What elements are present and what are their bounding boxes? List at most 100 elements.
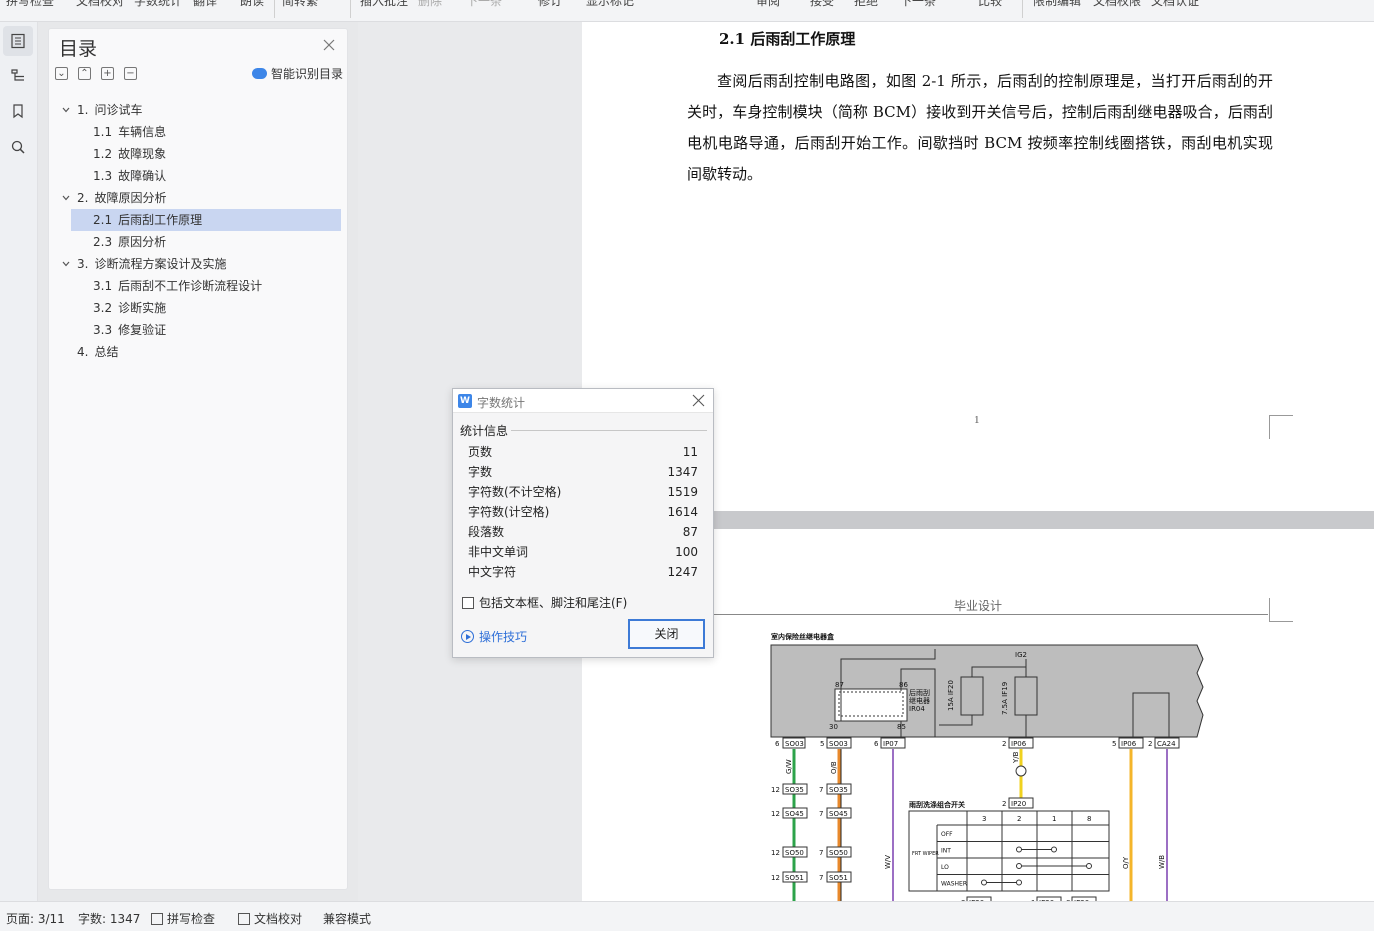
conn-pin: 12 (771, 874, 780, 882)
dialog-titlebar[interactable]: W 字数统计 (453, 389, 713, 413)
switch-contact (1051, 846, 1057, 853)
toolbar-accept[interactable]: 接受 (810, 0, 834, 9)
conn-name: IP06 (1121, 740, 1137, 748)
toolbar-word-count[interactable]: 字数统计 (134, 0, 182, 9)
stat-row: 字符数(计空格) 1614 (468, 502, 698, 522)
collapse-all-icon[interactable]: ⌃ (78, 67, 91, 80)
stat-label: 页数 (468, 445, 493, 459)
conn-name: SO50 (785, 849, 804, 857)
stat-row: 中文字符 1247 (468, 562, 698, 582)
stat-row: 页数 11 (468, 442, 698, 462)
add-heading-icon[interactable]: + (101, 67, 114, 80)
status-page[interactable]: 页面: 3/11 (6, 910, 65, 927)
conn-name: SO51 (829, 874, 848, 882)
toc-item[interactable]: 3.3 修复验证 (49, 319, 349, 341)
toc-item[interactable]: 1.2 故障现象 (49, 143, 349, 165)
toc-item-number: 1.3 (93, 169, 113, 183)
navigation-rail (0, 22, 38, 901)
conn-pin: 6 (775, 740, 780, 748)
stat-row: 字数 1347 (468, 462, 698, 482)
fuse-15a-label: 15A IF20 (947, 680, 955, 711)
stat-label: 段落数 (468, 525, 505, 539)
close-button[interactable]: 关闭 (628, 619, 705, 649)
conn-pin: 7 (819, 874, 823, 882)
word-count-dialog: W 字数统计 统计信息 页数 11 字数 1347 字符数(不计空格) 1519 字符数(计… (452, 388, 714, 658)
toolbar-track-changes[interactable]: 修订 (538, 0, 562, 9)
stat-label: 中文字符 (468, 565, 517, 579)
close-icon[interactable] (321, 37, 337, 53)
toc-item[interactable]: 3. 诊断流程方案设计及实施 (49, 253, 349, 275)
chevron-down-icon[interactable] (62, 195, 70, 201)
relay-pin-30: 30 (829, 723, 838, 731)
remove-heading-icon[interactable]: − (124, 67, 137, 80)
toolbar-reject[interactable]: 拒绝 (854, 0, 878, 9)
toc-item-label: 总结 (94, 345, 119, 359)
expand-all-icon[interactable]: ⌄ (55, 67, 68, 80)
chapter-nav-button[interactable] (3, 60, 33, 90)
toolbar-insert-comment[interactable]: 插入批注 (360, 0, 408, 9)
status-compat-mode: 兼容模式 (323, 912, 372, 926)
stat-row: 字符数(不计空格) 1519 (468, 482, 698, 502)
toc-item-label: 后雨刮不工作诊断流程设计 (118, 279, 263, 293)
toc-item-label: 故障原因分析 (94, 191, 167, 205)
toc-item-label: 诊断实施 (118, 301, 167, 315)
include-footnotes-checkbox[interactable]: 包括文本框、脚注和尾注(F) (462, 594, 627, 611)
status-spell-check[interactable]: 拼写检查 (151, 910, 215, 927)
switch-col-label: 8 (1087, 815, 1091, 823)
toolbar-read-aloud[interactable]: 朗读 (240, 0, 264, 9)
toolbar-doc-cert[interactable]: 文档认证 (1151, 0, 1199, 9)
toolbar-show-markup[interactable]: 显示标记 (586, 0, 634, 9)
toolbar-next-comment[interactable]: 下一条 (466, 0, 502, 9)
toc-item[interactable]: 2.1 后雨刮工作原理 (71, 209, 341, 231)
smart-toc-button[interactable]: 智能识别目录 (251, 65, 343, 82)
tips-link[interactable]: 操作技巧 (461, 628, 527, 645)
toc-item-number: 2.1 (93, 213, 113, 227)
toolbar-restrict-edit[interactable]: 限制编辑 (1033, 0, 1081, 9)
toolbar-compare[interactable]: 比较 (978, 0, 1002, 9)
status-proofread[interactable]: 文档校对 (238, 910, 302, 927)
toc-item[interactable]: 3.1 后雨刮不工作诊断流程设计 (49, 275, 349, 297)
toc-item-label: 修复验证 (118, 323, 167, 337)
bookmark-button[interactable] (3, 96, 33, 126)
switch-title: 雨刮洗涤组合开关 (909, 800, 965, 809)
conn-pin: 6 (874, 740, 879, 748)
toc-item[interactable]: 1.1 车辆信息 (49, 121, 349, 143)
checkbox-box[interactable] (462, 596, 474, 609)
toolbar-translate[interactable]: 翻译 (193, 0, 217, 9)
fuse-box-title: 室内保险丝继电器盒 (771, 632, 835, 641)
conn-pin: 2 (1148, 740, 1152, 748)
toolbar-doc-permission[interactable]: 文档权限 (1093, 0, 1141, 9)
toc-item[interactable]: 3.2 诊断实施 (49, 297, 349, 319)
toc-item[interactable]: 2. 故障原因分析 (49, 187, 349, 209)
conn-name: SO45 (829, 810, 848, 818)
conn-pin: 12 (771, 786, 780, 794)
toolbar-trad-chinese[interactable]: 简转繁 (282, 0, 318, 9)
toolbar-delete-comment[interactable]: 删除 (418, 0, 442, 9)
ig2-label: IG2 (1015, 651, 1027, 659)
conn-name: SO03 (829, 740, 848, 748)
toolbar-spell-check[interactable]: 拼写检查 (6, 0, 54, 9)
conn-pin: 12 (771, 810, 780, 818)
stat-value: 100 (675, 545, 698, 559)
stat-row: 段落数 87 (468, 522, 698, 542)
status-word-count[interactable]: 字数: 1347 (78, 910, 140, 927)
relay-pin-87: 87 (835, 681, 844, 689)
toc-item[interactable]: 4. 总结 (49, 341, 349, 363)
chevron-down-icon[interactable] (62, 107, 70, 113)
chevron-down-icon[interactable] (62, 261, 70, 267)
stat-value: 1247 (667, 565, 698, 579)
switch-contact (1016, 846, 1022, 853)
toolbar-proofread[interactable]: 文档校对 (76, 0, 124, 9)
toolbar-review[interactable]: 审阅 (756, 0, 780, 9)
toc-item-number: 3.2 (93, 301, 113, 315)
close-icon[interactable] (692, 394, 705, 407)
toolbar-next-change[interactable]: 下一条 (900, 0, 936, 9)
toc-item[interactable]: 1. 问诊试车 (49, 99, 349, 121)
stat-value: 1614 (667, 505, 698, 519)
switch-contact (1086, 863, 1092, 869)
toc-item-number: 1.2 (93, 147, 113, 161)
toc-item[interactable]: 1.3 故障确认 (49, 165, 349, 187)
toc-item[interactable]: 2.3 原因分析 (49, 231, 349, 253)
toc-panel-button[interactable] (3, 26, 33, 56)
search-button[interactable] (3, 132, 33, 162)
